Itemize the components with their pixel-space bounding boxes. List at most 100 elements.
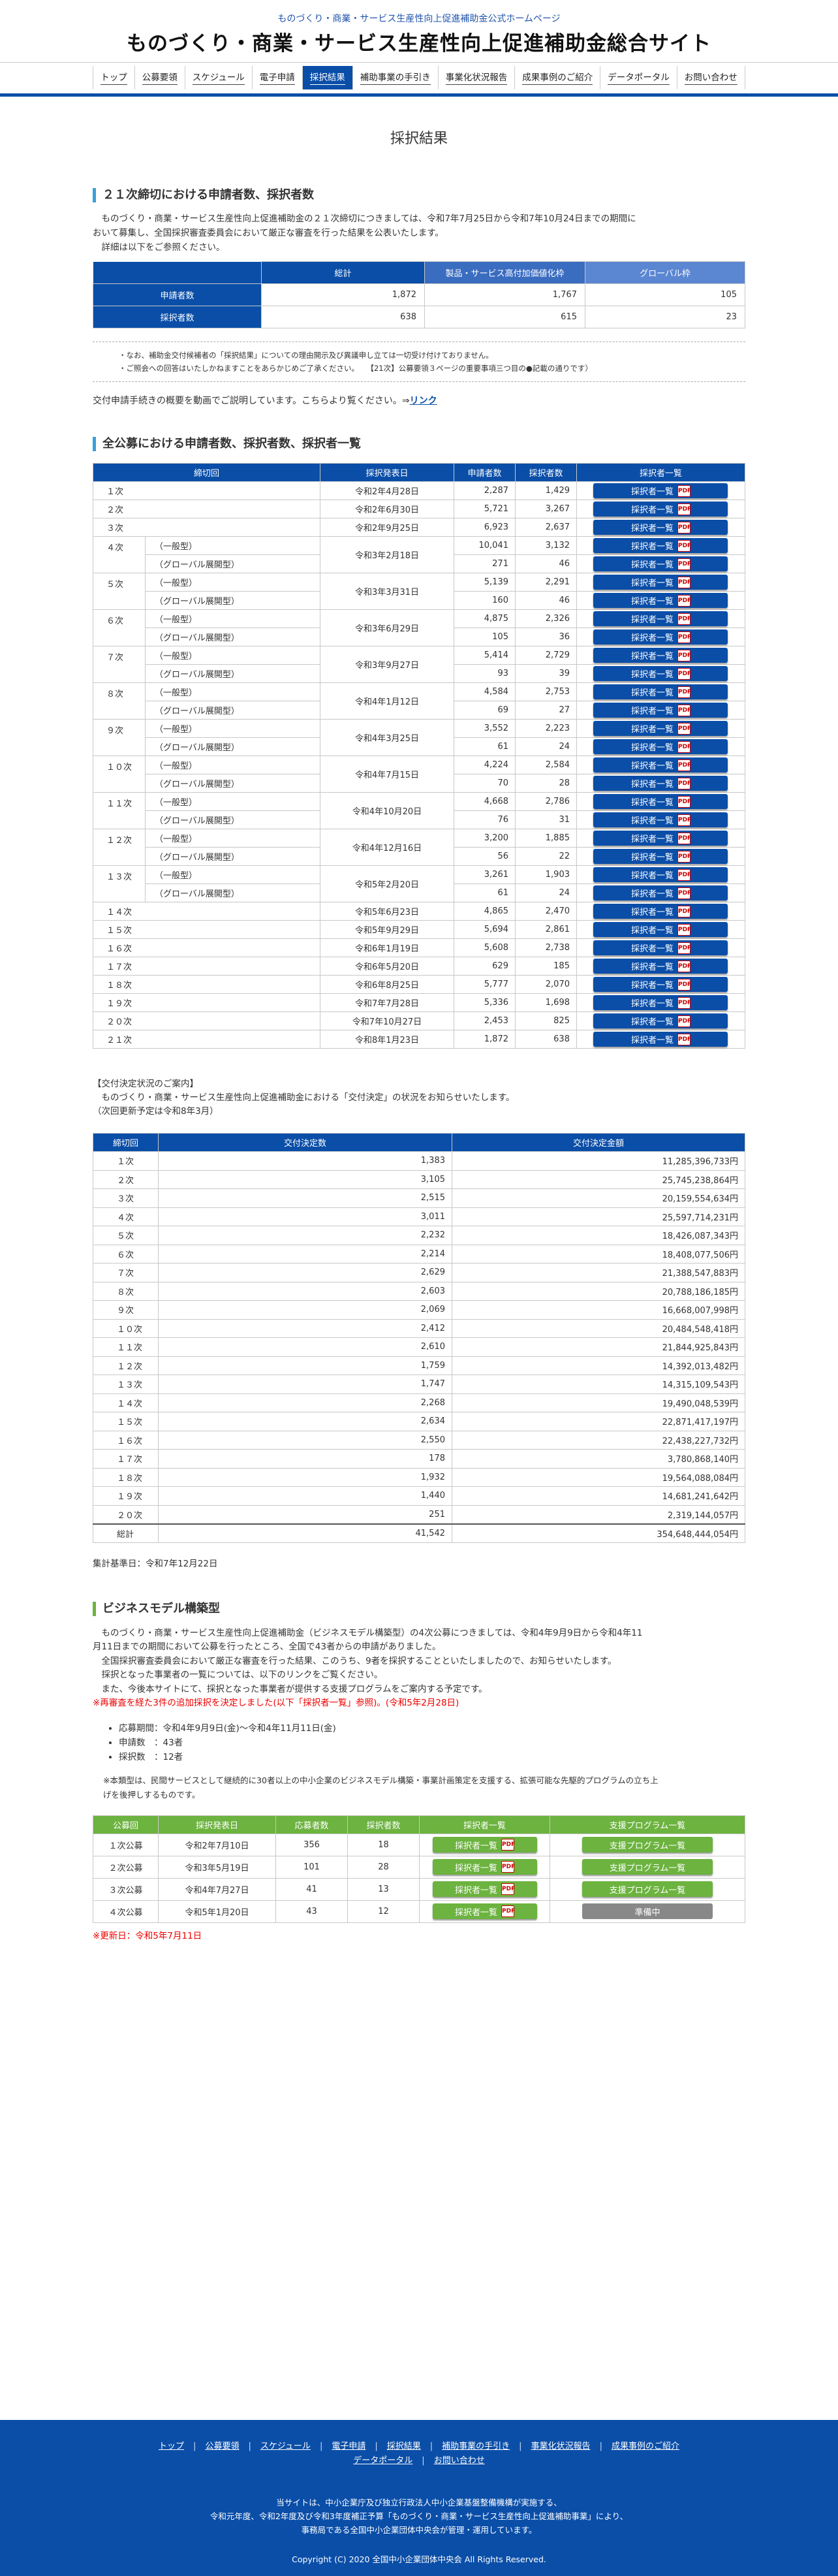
adoption-list-button[interactable]: 採択者一覧 PDF bbox=[593, 648, 728, 663]
footer-nav-link[interactable]: トップ bbox=[159, 2441, 184, 2451]
list-cell: 採択者一覧 PDF bbox=[576, 719, 746, 738]
nav-item[interactable]: 採択結果 bbox=[302, 66, 353, 89]
koufu-count: 178 bbox=[158, 1449, 452, 1469]
list-cell: 採択者一覧 PDF bbox=[576, 774, 746, 793]
support-program-button[interactable]: 支援プログラム一覧 bbox=[582, 1837, 713, 1852]
footer-nav-link[interactable]: スケジュール bbox=[260, 2441, 311, 2451]
table-row: １１次 2,610 21,844,925,843円 bbox=[93, 1337, 745, 1357]
koufu-round: １６次 bbox=[93, 1430, 159, 1450]
adoption-list-button[interactable]: 採択者一覧 PDF bbox=[593, 977, 728, 992]
biz-adoption-list-button[interactable]: 採択者一覧 PDF bbox=[432, 1903, 537, 1919]
adoption-list-button[interactable]: 採択者一覧 PDF bbox=[593, 831, 728, 846]
adoption-list-button[interactable]: 採択者一覧 PDF bbox=[593, 611, 728, 626]
adoption-list-button[interactable]: 採択者一覧 PDF bbox=[593, 849, 728, 864]
footer-nav-link[interactable]: 採択結果 bbox=[387, 2441, 421, 2451]
list-adopted: 825 bbox=[514, 1011, 577, 1030]
adoption-list-button[interactable]: 採択者一覧 PDF bbox=[593, 995, 728, 1010]
nav-item[interactable]: 事業化状況報告 bbox=[439, 66, 516, 89]
video-guide-link[interactable]: リンク bbox=[410, 396, 437, 406]
koufu-round: ４次 bbox=[93, 1207, 159, 1226]
list-round: ２１次 bbox=[93, 1030, 320, 1049]
footer-nav-link[interactable]: 公募要領 bbox=[205, 2441, 239, 2451]
nav-item[interactable]: 補助事業の手引き bbox=[353, 66, 439, 89]
footer-nav-link[interactable]: お問い合わせ bbox=[434, 2456, 485, 2466]
support-program-button[interactable]: 支援プログラム一覧 bbox=[582, 1881, 713, 1897]
nav-item-label: 補助事業の手引き bbox=[360, 71, 431, 85]
koufu-date: 集計基準日：令和7年12月22日 bbox=[93, 1558, 218, 1569]
pdf-icon: PDF bbox=[677, 722, 691, 735]
table-row: １３次 （一般型） 令和5年2月20日 3,261 1,903 採択者一覧 PDF bbox=[93, 865, 746, 902]
list-adopted: 2,223 bbox=[514, 719, 577, 738]
nav-item[interactable]: スケジュール bbox=[185, 66, 253, 89]
footer-nav-link[interactable]: データポータル bbox=[353, 2456, 412, 2466]
adoption-list-button[interactable]: 採択者一覧 PDF bbox=[593, 1032, 728, 1047]
adoption-list-button-label: 採択者一覧 bbox=[630, 670, 674, 680]
adoption-list-button[interactable]: 採択者一覧 PDF bbox=[593, 794, 728, 809]
adoption-list-button[interactable]: 採択者一覧 PDF bbox=[593, 867, 728, 882]
footer-separator: | bbox=[248, 2441, 251, 2451]
list-adopted: 185 bbox=[514, 957, 577, 976]
adoption-list-button[interactable]: 採択者一覧 PDF bbox=[593, 556, 728, 571]
list-subtype: （グローバル展開型） bbox=[145, 774, 320, 793]
adoption-list-button[interactable]: 採択者一覧 PDF bbox=[593, 703, 728, 718]
koufu-round: ２０次 bbox=[93, 1504, 159, 1524]
list-applicants: 61 bbox=[453, 883, 516, 902]
biz-header: 公募回 bbox=[93, 1815, 159, 1834]
koufu-amount: 22,871,417,197円 bbox=[452, 1412, 745, 1431]
site-title[interactable]: ものづくり・商業・サービス生産性向上促進補助金総合サイト bbox=[0, 27, 838, 56]
adoption-list-button[interactable]: 採択者一覧 PDF bbox=[593, 940, 728, 955]
adoption-list-button[interactable]: 採択者一覧 PDF bbox=[593, 684, 728, 699]
biz-adoption-list-button[interactable]: 採択者一覧 PDF bbox=[432, 1837, 537, 1852]
koufu-amount: 18,408,077,506円 bbox=[452, 1244, 745, 1264]
pdf-icon: PDF bbox=[501, 1839, 515, 1851]
adoption-list-button[interactable]: 採択者一覧 PDF bbox=[593, 776, 728, 791]
nav-item[interactable]: 成果事例のご紹介 bbox=[515, 66, 601, 89]
pdf-icon: PDF bbox=[677, 942, 691, 954]
adoption-list-button[interactable]: 採択者一覧 PDF bbox=[593, 538, 728, 553]
biz-adoption-list-button[interactable]: 採択者一覧 PDF bbox=[432, 1881, 537, 1897]
adoption-list-button[interactable]: 採択者一覧 PDF bbox=[593, 593, 728, 608]
list-date: 令和3年6月29日 bbox=[319, 609, 454, 646]
adoption-list-button[interactable]: 採択者一覧 PDF bbox=[593, 757, 728, 772]
list-applicants: 3,552 bbox=[453, 719, 516, 738]
page: ものづくり・商業・サービス生産性向上促進補助金公式ホームページ ものづくり・商業… bbox=[0, 0, 838, 2576]
nav-item[interactable]: お問い合わせ bbox=[677, 66, 745, 89]
adoption-list-button[interactable]: 採択者一覧 PDF bbox=[593, 922, 728, 937]
adoption-list-button[interactable]: 採択者一覧 PDF bbox=[593, 812, 728, 827]
adoption-list-button[interactable]: 採択者一覧 PDF bbox=[593, 904, 728, 919]
footer-nav-link[interactable]: 電子申請 bbox=[332, 2441, 365, 2451]
pdf-icon: PDF bbox=[677, 795, 691, 808]
adoption-list-button[interactable]: 採択者一覧 PDF bbox=[593, 721, 728, 736]
pdf-icon: PDF bbox=[677, 558, 691, 570]
nav-item[interactable]: データポータル bbox=[600, 66, 677, 89]
adoption-list-button[interactable]: 採択者一覧 PDF bbox=[593, 739, 728, 754]
biz-adoption-list-button[interactable]: 採択者一覧 PDF bbox=[432, 1859, 537, 1875]
list-adopted: 22 bbox=[514, 847, 577, 866]
list-date: 令和8年1月23日 bbox=[319, 1030, 454, 1049]
adoption-list-button[interactable]: 採択者一覧 PDF bbox=[593, 575, 728, 590]
list-cell: 採択者一覧 PDF bbox=[576, 993, 746, 1012]
adoption-list-button[interactable]: 採択者一覧 PDF bbox=[593, 885, 728, 900]
adoption-list-button[interactable]: 採択者一覧 PDF bbox=[593, 959, 728, 974]
adoption-list-button[interactable]: 採択者一覧 PDF bbox=[593, 501, 728, 517]
support-program-button[interactable]: 支援プログラム一覧 bbox=[582, 1859, 713, 1875]
nav-item[interactable]: 電子申請 bbox=[253, 66, 303, 89]
pdf-icon: PDF bbox=[677, 905, 691, 917]
footer-nav-link[interactable]: 補助事業の手引き bbox=[442, 2441, 510, 2451]
table-row: １０次 2,412 20,484,548,418円 bbox=[93, 1318, 745, 1338]
list-adopted: 2,291 bbox=[514, 573, 577, 592]
nav-item[interactable]: 公募要領 bbox=[135, 66, 185, 89]
footer-nav-link[interactable]: 成果事例のご紹介 bbox=[612, 2441, 679, 2451]
koufu-count: 2,268 bbox=[158, 1393, 452, 1412]
pdf-icon: PDF bbox=[677, 740, 691, 753]
adoption-list-button[interactable]: 採択者一覧 PDF bbox=[593, 629, 728, 644]
nav-item[interactable]: トップ bbox=[93, 66, 135, 89]
footer-info-line: 令和元年度、令和2年度及び令和3年度補正予算「ものづくり・商業・サービス生産性向… bbox=[210, 2511, 628, 2521]
adoption-list-button[interactable]: 採択者一覧 PDF bbox=[593, 520, 728, 535]
adoption-list-button[interactable]: 採択者一覧 PDF bbox=[593, 666, 728, 681]
koufu-count: 2,232 bbox=[158, 1226, 452, 1245]
adoption-list-button[interactable]: 採択者一覧 PDF bbox=[593, 483, 728, 498]
adoption-list-button[interactable]: 採択者一覧 PDF bbox=[593, 1013, 728, 1028]
section-title-21: ２１次締切における申請者数、採択者数 bbox=[93, 188, 745, 202]
footer-nav-link[interactable]: 事業化状況報告 bbox=[531, 2441, 591, 2451]
